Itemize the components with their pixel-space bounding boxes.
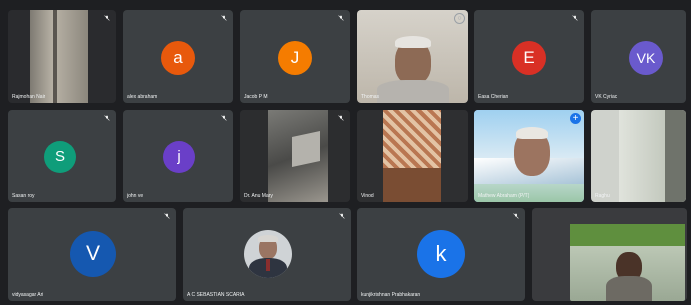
participant-tile-10[interactable]: + Mathew Abraham (P/T) [474,110,584,202]
participant-tile-2[interactable]: J Jacob P M [240,10,350,103]
pin-icon[interactable]: + [570,113,581,124]
participant-tile-15[interactable] [532,208,687,301]
participant-avatar: E [512,41,546,75]
participant-name: Thomas [361,94,380,100]
participant-name: Mathew Abraham (P/T) [478,193,530,199]
participant-name: john ve [127,193,144,199]
mic-off-icon [164,213,170,219]
mic-off-icon [221,15,227,21]
mic-off-icon [572,15,578,21]
participant-tile-3[interactable]: ○ Thomas [357,10,468,103]
more-options-icon[interactable]: ○ [454,13,465,24]
participant-tile-1[interactable]: a alex abraham [123,10,233,103]
participant-avatar: J [278,41,312,75]
mic-off-icon [104,115,110,121]
participant-avatar: VK [629,41,663,75]
participant-video [357,110,468,202]
participant-video [591,110,686,202]
mic-off-icon [513,213,519,219]
participant-avatar: k [417,230,465,278]
participant-avatar: S [44,141,76,173]
participant-tile-9[interactable]: Vinod [357,110,468,202]
mic-off-icon [104,15,110,21]
mic-off-icon [339,213,345,219]
participant-name: Raghu [595,193,610,199]
mic-off-icon [221,115,227,121]
participant-name: Easa Cherian [478,94,509,100]
participant-name: A C SEBASTIAN SCARIA [187,292,245,298]
participant-video [357,10,468,103]
participant-name: Rajmohan Nair [12,94,46,100]
participant-tile-4[interactable]: E Easa Cherian [474,10,584,103]
participant-name: Dr. Anu Mary [244,193,273,199]
participant-avatar: V [70,231,116,277]
participant-name: Sasan roy [12,193,35,199]
participant-name: Vinod [361,193,374,199]
participant-tile-8[interactable]: Dr. Anu Mary [240,110,350,202]
participant-avatar: j [163,141,195,173]
participant-tile-0[interactable]: Rajmohan Nair [8,10,116,103]
mic-off-icon [338,15,344,21]
participant-video [8,10,116,103]
participant-name: VK Cyriac [595,94,618,100]
participant-name: vidyasagar Ari [12,292,44,298]
participant-tile-11[interactable]: Raghu [591,110,686,202]
participant-name: alex abraham [127,94,158,100]
mic-off-icon [338,115,344,121]
participant-video [240,110,350,202]
participant-tile-12[interactable]: V vidyasagar Ari [8,208,176,301]
participant-tile-7[interactable]: j john ve [123,110,233,202]
participant-name: kunjikrishnan Prabhakaran [361,292,421,298]
participant-video [474,110,584,202]
participant-tile-6[interactable]: S Sasan roy [8,110,116,202]
participant-tile-5[interactable]: VK VK Cyriac [591,10,686,103]
participant-tile-14[interactable]: k kunjikrishnan Prabhakaran [357,208,525,301]
participant-name: Jacob P M [244,94,268,100]
participant-avatar: a [161,41,195,75]
participant-video [532,208,687,301]
participant-tile-13[interactable]: A C SEBASTIAN SCARIA [183,208,351,301]
participant-avatar-photo [244,230,292,278]
